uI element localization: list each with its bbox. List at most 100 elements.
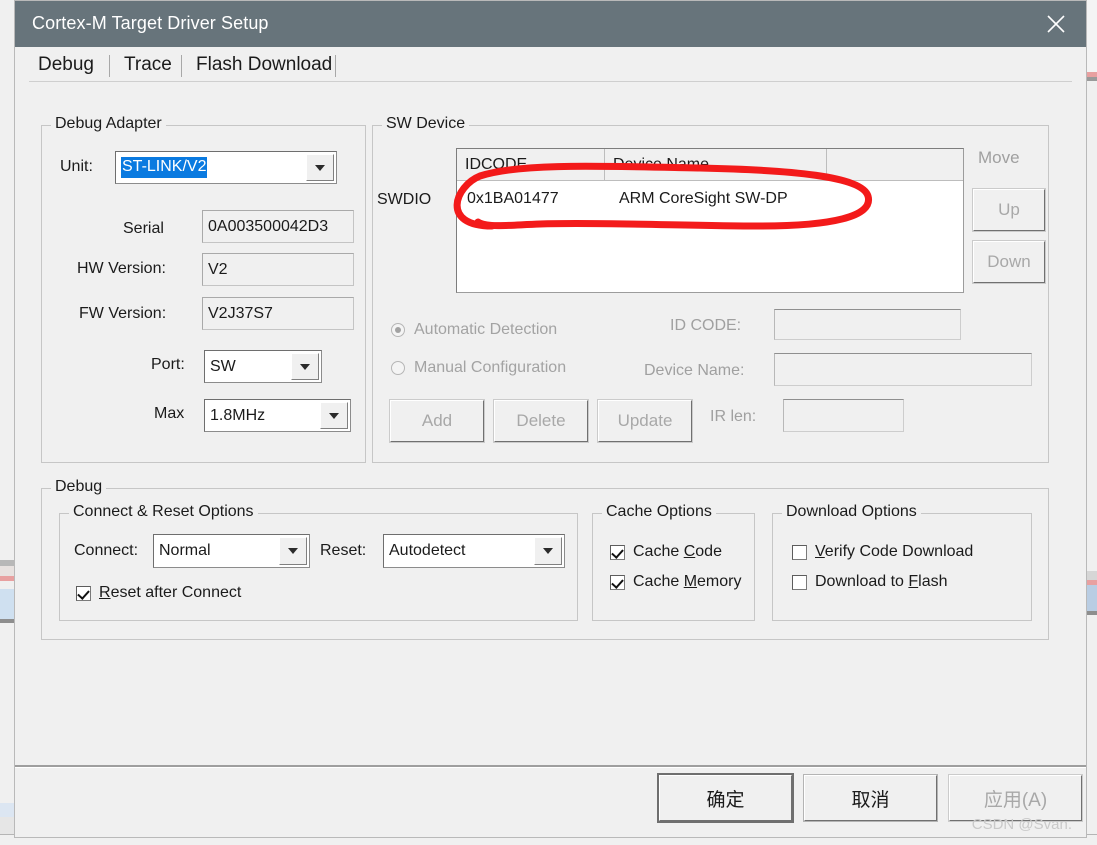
automatic-detection-label: Automatic Detection [414, 321, 558, 338]
connect-label: Connect: [74, 542, 139, 559]
chevron-down-icon [288, 548, 298, 554]
radio-icon [391, 361, 405, 375]
move-up-button[interactable]: Up [972, 188, 1046, 232]
close-button[interactable] [1026, 1, 1086, 47]
bg-stripe [0, 817, 14, 835]
connect-reset-options-title: Connect & Reset Options [69, 503, 258, 521]
cache-memory-checkbox[interactable]: Cache Memory [610, 573, 741, 591]
port-label: Port: [151, 356, 185, 373]
column-header-extra[interactable] [827, 149, 963, 180]
column-header-device-name[interactable]: Device Name [605, 149, 827, 180]
download-to-flash-checkbox[interactable]: Download to Flash [792, 573, 948, 591]
table-row-device-name[interactable]: ARM CoreSight SW-DP [605, 185, 827, 213]
download-options-group: Download Options [772, 503, 1032, 621]
manual-configuration-label: Manual Configuration [414, 359, 567, 376]
update-button[interactable]: Update [597, 399, 693, 443]
unit-combobox[interactable]: ST-LINK/V2 [115, 151, 337, 184]
unit-value-wrap: ST-LINK/V2 [121, 152, 208, 183]
hw-version-label: HW Version: [77, 260, 166, 277]
sw-device-group-title: SW Device [382, 115, 470, 133]
reset-after-connect-label: Reset after Connect [99, 584, 242, 601]
bg-stripe [0, 0, 14, 560]
unit-label: Unit: [60, 158, 93, 175]
checkbox-icon [610, 544, 625, 560]
cache-memory-label: Cache Memory [633, 573, 742, 590]
port-combobox[interactable]: SW [204, 350, 322, 383]
add-button[interactable]: Add [389, 399, 485, 443]
bg-stripe [1087, 0, 1097, 72]
max-clock-value: 1.8MHz [210, 406, 266, 424]
bg-stripe [1087, 585, 1097, 611]
download-options-title: Download Options [782, 503, 921, 521]
tab-strip: Debug Trace Flash Download [15, 47, 1086, 83]
tab-flash-download[interactable]: Flash Download [187, 49, 341, 81]
csdn-watermark: CSDN @Svan. [971, 816, 1072, 833]
bg-stripe [1087, 615, 1097, 845]
dialog-titlebar[interactable]: Cortex-M Target Driver Setup [15, 1, 1086, 47]
dialog-title: Cortex-M Target Driver Setup [32, 13, 269, 33]
tab-separator [109, 55, 110, 77]
connect-dropdown-arrow[interactable] [279, 537, 307, 565]
cache-code-label: Cache Code [633, 543, 722, 560]
tab-separator [335, 55, 336, 77]
reset-combobox[interactable]: Autodetect [383, 534, 565, 568]
tab-separator [181, 55, 182, 77]
cache-options-group: Cache Options [592, 503, 755, 621]
verify-code-download-label: Verify Code Download [815, 543, 974, 560]
bg-stripe [0, 566, 14, 576]
bg-stripe [0, 803, 14, 817]
verify-code-download-checkbox[interactable]: Verify Code Download [792, 543, 973, 561]
sw-device-table-header: IDCODE Device Name [457, 149, 963, 181]
device-name-field [774, 353, 1032, 386]
move-down-button[interactable]: Down [972, 240, 1046, 284]
ok-button[interactable]: 确定 [657, 773, 794, 823]
max-clock-combobox[interactable]: 1.8MHz [204, 399, 351, 432]
cache-options-title: Cache Options [602, 503, 716, 521]
serial-label: Serial [123, 220, 164, 237]
cortex-m-target-driver-setup-dialog: Cortex-M Target Driver Setup Debug Trace… [14, 0, 1087, 838]
hw-version-field: V2 [202, 253, 354, 286]
bg-stripe [1087, 81, 1097, 571]
delete-button[interactable]: Delete [493, 399, 589, 443]
automatic-detection-radio[interactable]: Automatic Detection [391, 321, 557, 339]
tab-debug[interactable]: Debug [29, 49, 103, 81]
debug-adapter-group-title: Debug Adapter [51, 115, 166, 133]
checkbox-icon [792, 544, 807, 560]
port-dropdown-arrow[interactable] [291, 353, 319, 380]
chevron-down-icon [543, 548, 553, 554]
table-row-idcode[interactable]: 0x1BA01477 [457, 185, 605, 213]
serial-field: 0A003500042D3 [202, 210, 354, 243]
manual-configuration-radio[interactable]: Manual Configuration [391, 359, 566, 377]
checkbox-icon [792, 574, 807, 590]
cancel-button[interactable]: 取消 [803, 774, 938, 822]
connect-combobox[interactable]: Normal [153, 534, 310, 568]
reset-value: Autodetect [389, 542, 466, 559]
tab-underline [29, 81, 1072, 82]
id-code-field [774, 309, 961, 340]
bg-stripe [0, 623, 14, 803]
column-header-idcode[interactable]: IDCODE [457, 149, 605, 180]
background-window-left-edge [0, 0, 15, 845]
unit-dropdown-arrow[interactable] [306, 154, 334, 181]
chevron-down-icon [300, 363, 310, 370]
debug-group-title: Debug [51, 478, 107, 496]
footer-separator-highlight [15, 767, 1086, 768]
reset-after-connect-checkbox[interactable]: Reset after Connect [76, 584, 241, 602]
port-value: SW [210, 357, 236, 375]
sw-device-table[interactable]: IDCODE Device Name 0x1BA01477 ARM CoreSi… [456, 148, 964, 293]
fw-version-label: FW Version: [79, 305, 167, 322]
radio-icon [391, 323, 405, 337]
reset-dropdown-arrow[interactable] [534, 537, 562, 565]
ir-len-field [783, 399, 904, 432]
swdio-label: SWDIO [377, 191, 432, 208]
max-clock-dropdown-arrow[interactable] [320, 402, 348, 429]
bg-stripe [1087, 571, 1097, 580]
move-label: Move [978, 148, 1020, 167]
checkbox-icon [76, 585, 91, 601]
cache-code-checkbox[interactable]: Cache Code [610, 543, 722, 561]
fw-version-field: V2J37S7 [202, 297, 354, 330]
tab-trace[interactable]: Trace [115, 49, 181, 81]
apply-button[interactable]: 应用(A) [948, 774, 1083, 822]
checkbox-icon [610, 574, 625, 590]
bg-stripe [0, 581, 14, 589]
